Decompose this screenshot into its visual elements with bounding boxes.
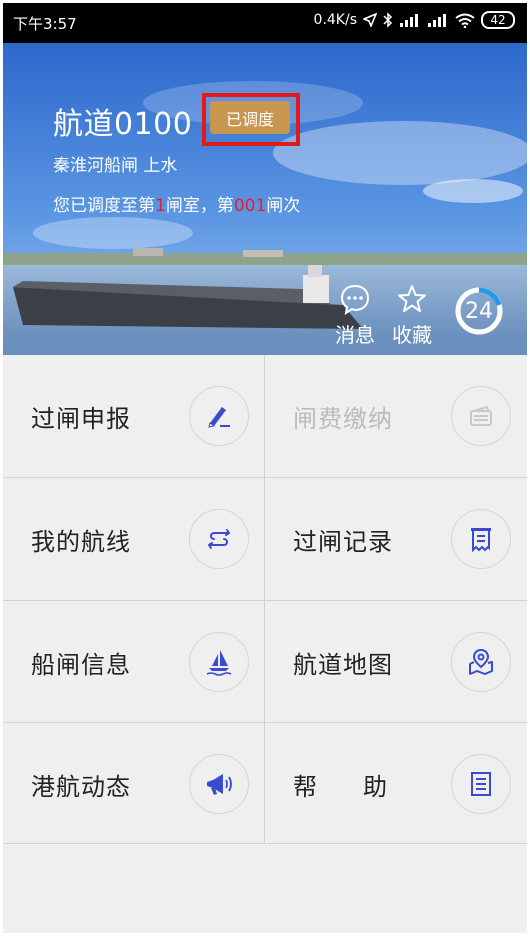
feature-grid: 过闸申报 闸费缴纳 我的航线 过闸记录 船闸信息 航道地图 港航动态 帮助 — [3, 355, 527, 845]
favorites-button[interactable]: 收藏 — [387, 283, 437, 348]
batch-number: 001 — [233, 196, 267, 216]
grid-divider — [3, 843, 527, 844]
status-badge: 已调度 — [210, 101, 290, 134]
star-icon — [396, 283, 428, 315]
hero-banner: 航道0100 已调度 秦淮河船闸 上水 您已调度至第1闸室，第001闸次 消息 … — [3, 43, 527, 355]
favorites-label: 收藏 — [392, 323, 432, 347]
messages-label: 消息 — [335, 323, 375, 347]
grid-item-label: 过闸申报 — [31, 405, 131, 433]
sailboat-icon — [189, 632, 249, 692]
chamber-number: 1 — [155, 196, 166, 216]
grid-item-label: 船闸信息 — [31, 651, 131, 679]
wallet-icon — [451, 386, 511, 446]
status-time: 下午3:57 — [13, 15, 77, 33]
grid-item-label: 港航动态 — [31, 773, 131, 801]
status-bar: 下午3:57 0.4K/s 42 — [3, 3, 527, 43]
lock-direction-text: 秦淮河船闸 上水 — [53, 156, 178, 176]
network-speed: 0.4K/s — [313, 12, 357, 28]
grid-item-label: 闸费缴纳 — [293, 405, 393, 433]
progress-suffix: 闸次 — [266, 196, 301, 216]
grid-item-help[interactable]: 帮助 — [265, 723, 526, 845]
pen-icon — [189, 386, 249, 446]
bluetooth-icon — [383, 12, 393, 28]
document-icon — [451, 754, 511, 814]
grid-item-port-news[interactable]: 港航动态 — [3, 723, 264, 845]
location-icon — [363, 13, 377, 27]
countdown-badge[interactable]: 24 — [454, 286, 504, 336]
grid-item-lock-fee-payment[interactable]: 闸费缴纳 — [265, 355, 526, 477]
signal-icon — [399, 13, 421, 27]
grid-item-waterway-map[interactable]: 航道地图 — [265, 601, 526, 723]
swap-arrows-icon — [189, 509, 249, 569]
progress-middle: 闸室，第 — [165, 196, 234, 216]
grid-item-lock-info[interactable]: 船闸信息 — [3, 601, 264, 723]
megaphone-icon — [189, 754, 249, 814]
vessel-name: 航道0100 — [53, 107, 193, 142]
battery-indicator: 42 — [481, 11, 515, 29]
grid-item-my-routes[interactable]: 我的航线 — [3, 478, 264, 600]
grid-item-label: 过闸记录 — [293, 528, 393, 556]
schedule-progress-text: 您已调度至第1闸室，第001闸次 — [53, 191, 300, 216]
grid-item-label: 航道地图 — [293, 651, 393, 679]
status-indicators: 0.4K/s 42 — [314, 11, 515, 29]
grid-item-label: 我的航线 — [31, 528, 131, 556]
grid-item-label: 帮助 — [293, 773, 433, 801]
signal-icon-2 — [427, 13, 449, 27]
messages-button[interactable]: 消息 — [330, 283, 380, 348]
countdown-value: 24 — [465, 298, 493, 324]
app-screen: 下午3:57 0.4K/s 42 航道0100 已调度 秦淮河船闸 上水 您已调… — [3, 3, 527, 933]
grid-item-lock-records[interactable]: 过闸记录 — [265, 478, 526, 600]
map-pin-icon — [451, 632, 511, 692]
progress-prefix: 您已调度至第 — [53, 196, 155, 216]
wifi-icon — [455, 13, 475, 28]
chat-bubble-icon — [339, 283, 371, 316]
grid-item-lock-declaration[interactable]: 过闸申报 — [3, 355, 264, 477]
receipt-icon — [451, 509, 511, 569]
